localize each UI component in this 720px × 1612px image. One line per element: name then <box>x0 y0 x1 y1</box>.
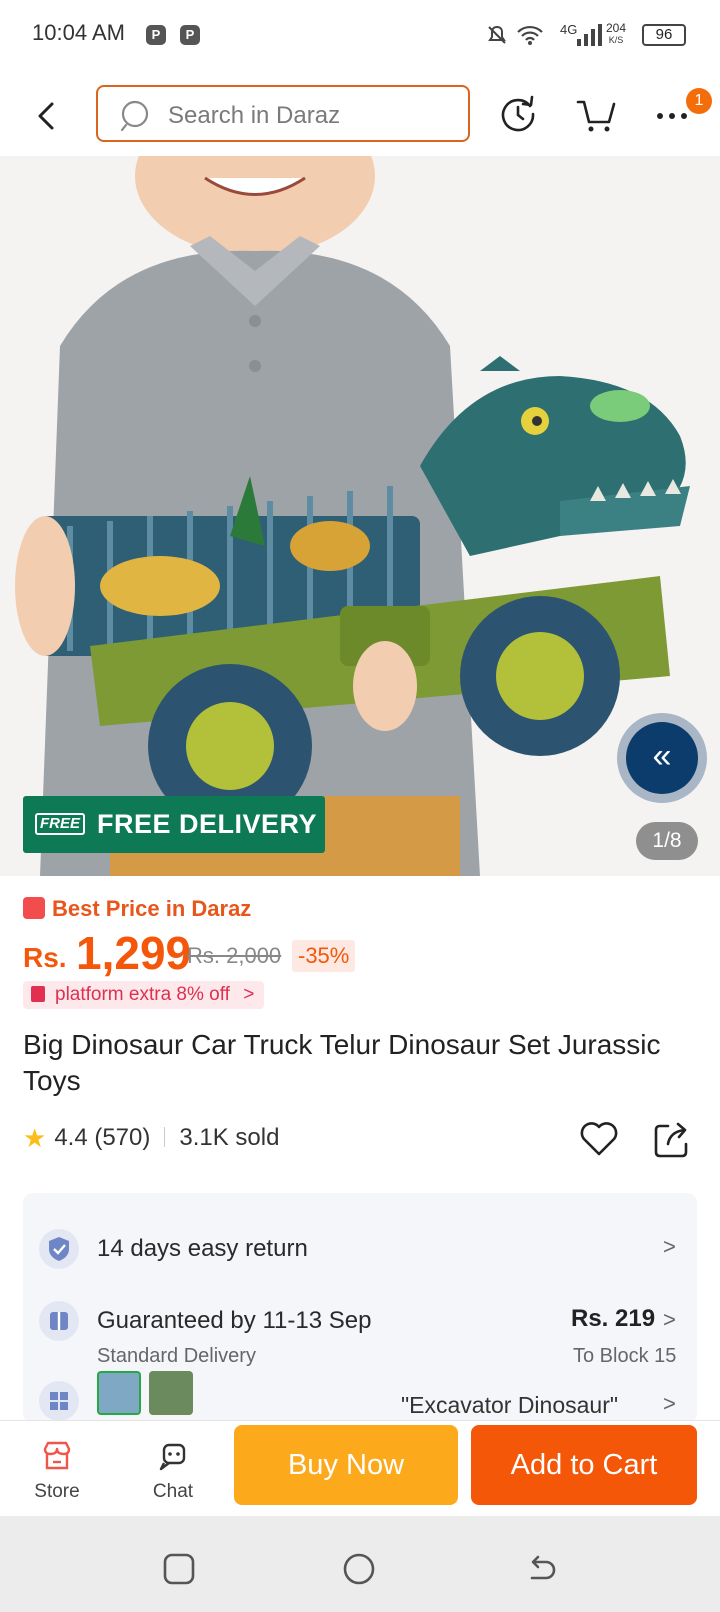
wifi-icon <box>517 25 543 45</box>
search-input[interactable]: Search in Daraz <box>96 85 470 142</box>
discount-badge: -35% <box>292 940 356 972</box>
share-icon <box>654 1122 688 1158</box>
price-value: 1,299 <box>76 927 192 979</box>
heart-icon <box>580 1122 618 1156</box>
original-price: Rs. 2,000 <box>187 943 282 968</box>
product-title: Big Dinosaur Car Truck Telur Dinosaur Se… <box>23 1029 661 1096</box>
mute-bell-icon <box>488 25 506 44</box>
rating-row[interactable]: ★ 4.4 (570) 3.1K sold <box>23 1123 279 1157</box>
divider <box>164 1127 166 1147</box>
chevron-left-icon <box>38 102 54 130</box>
buy-now-button[interactable]: Buy Now <box>234 1425 458 1505</box>
chevron-right-icon[interactable]: > <box>663 1234 676 1260</box>
product-image[interactable] <box>0 156 720 876</box>
return-policy-text[interactable]: 14 days easy return <box>97 1235 308 1263</box>
status-bar: 10:04 AM P P 4G 204 K/S 96 <box>0 0 720 72</box>
network-speed-unit: K/S <box>608 35 624 45</box>
sold-count: 3.1K sold <box>179 1124 280 1151</box>
platform-promo[interactable]: platform extra 8% off > <box>23 981 265 1009</box>
service-info-card: 14 days easy return > Guaranteed by 11-1… <box>23 1193 697 1423</box>
variant-thumbnail[interactable] <box>149 1371 193 1415</box>
chat-label: Chat <box>152 1481 194 1502</box>
chevron-right-icon[interactable]: > <box>663 1391 676 1417</box>
delivery-type: Standard Delivery <box>97 1345 256 1367</box>
star-icon: ★ <box>23 1123 47 1153</box>
chat-robot-icon <box>159 1443 186 1471</box>
bottom-action-bar: Store Chat Buy Now Add to Cart <box>0 1420 720 1516</box>
cart-icon <box>576 100 616 132</box>
variant-thumbnail[interactable] <box>97 1371 141 1415</box>
image-counter: 1/8 <box>636 822 698 860</box>
refresh-icon <box>501 95 535 132</box>
add-to-cart-button[interactable]: Add to Cart <box>471 1425 697 1505</box>
delivery-guarantee[interactable]: Guaranteed by 11-13 Sep <box>97 1307 371 1335</box>
free-delivery-truck-icon: FREE <box>35 813 86 835</box>
price-currency: Rs. <box>23 942 67 973</box>
battery-indicator: 96 <box>642 24 686 46</box>
share-button[interactable] <box>652 1118 692 1160</box>
variant-name[interactable]: "Excavator Dinosaur" <box>401 1392 618 1419</box>
collapse-button[interactable]: « <box>617 713 707 803</box>
signal-icon <box>577 24 602 46</box>
double-chevron-left-icon: « <box>626 722 698 794</box>
store-label: Store <box>34 1481 80 1502</box>
chevron-right-icon[interactable]: > <box>663 1307 676 1333</box>
search-placeholder: Search in Daraz <box>168 102 341 129</box>
rating-value: 4.4 (570) <box>54 1124 151 1151</box>
search-icon <box>120 100 149 132</box>
free-delivery-banner: FREE FREE DELIVERY <box>23 796 325 853</box>
product-photo-illustration <box>0 156 720 876</box>
best-price-label: Best Price in Daraz <box>52 896 252 921</box>
variants-grid-icon <box>39 1381 79 1421</box>
back-nav-icon[interactable] <box>524 1552 558 1586</box>
network-type: 4G <box>560 22 578 37</box>
network-speed-value: 204 <box>606 21 627 35</box>
delivery-box-icon <box>39 1301 79 1341</box>
system-nav-bar <box>0 1516 720 1612</box>
home-icon[interactable] <box>342 1552 376 1586</box>
chat-button[interactable]: Chat <box>138 1439 208 1509</box>
status-time: 10:04 AM <box>32 20 125 45</box>
status-app-icon: P <box>146 25 166 45</box>
best-price-icon <box>23 897 45 919</box>
recent-apps-icon[interactable] <box>162 1552 196 1586</box>
wishlist-button[interactable] <box>578 1118 620 1160</box>
network-speed: 204 K/S <box>606 22 626 46</box>
voucher-icon <box>31 986 45 1002</box>
delivery-price: Rs. 219 <box>571 1305 656 1332</box>
chevron-right-icon: > <box>243 984 255 1005</box>
store-icon <box>43 1441 71 1470</box>
cart-button[interactable] <box>574 92 618 136</box>
free-delivery-label: FREE DELIVERY <box>97 809 318 839</box>
notification-badge: 1 <box>686 88 712 114</box>
status-app-icon: P <box>180 25 200 45</box>
delivery-location: To Block 15 <box>573 1345 677 1367</box>
shield-check-icon <box>39 1229 79 1269</box>
back-button[interactable] <box>30 94 66 138</box>
history-button[interactable] <box>496 92 540 136</box>
store-button[interactable]: Store <box>22 1439 92 1509</box>
promo-label: platform extra 8% off <box>55 984 230 1005</box>
